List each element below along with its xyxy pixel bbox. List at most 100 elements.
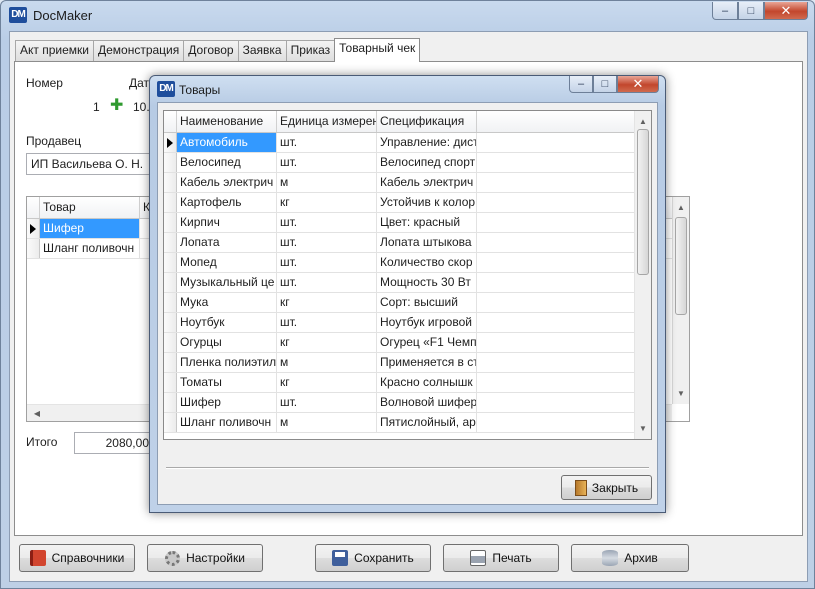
scroll-up-icon[interactable]: ▲ — [673, 199, 689, 216]
product-spec-cell[interactable]: Сорт: высший — [377, 293, 477, 312]
table-row[interactable]: Пленка полиэтил м Применяется в ст — [164, 353, 651, 373]
item-cell[interactable]: Шифер — [40, 219, 140, 238]
tab-act[interactable]: Акт приемки — [15, 40, 94, 61]
table-row[interactable]: Ноутбук шт. Ноутбук игровой — [164, 313, 651, 333]
tab-demo[interactable]: Демонстрация — [92, 40, 185, 61]
product-unit-cell[interactable]: кг — [277, 373, 377, 392]
dialog-minimize-button[interactable]: – — [569, 76, 593, 93]
column-header-spec[interactable]: Спецификация — [377, 111, 477, 132]
minimize-button[interactable]: – — [712, 2, 738, 20]
product-name-cell[interactable]: Шланг поливочн — [177, 413, 277, 432]
product-spec-cell[interactable]: Красно солнышк — [377, 373, 477, 392]
tab-contract[interactable]: Договор — [183, 40, 239, 61]
table-row[interactable]: Лопата шт. Лопата штыкова — [164, 233, 651, 253]
product-unit-cell[interactable]: шт. — [277, 133, 377, 152]
column-header-name[interactable]: Наименование — [177, 111, 277, 132]
date-field[interactable]: 10. — [133, 100, 150, 114]
product-name-cell[interactable]: Мопед — [177, 253, 277, 272]
product-spec-cell[interactable]: Устойчив к колор — [377, 193, 477, 212]
table-row[interactable]: Томаты кг Красно солнышк — [164, 373, 651, 393]
product-unit-cell[interactable]: шт. — [277, 153, 377, 172]
product-name-cell[interactable]: Огурцы — [177, 333, 277, 352]
save-button[interactable]: Сохранить — [315, 544, 431, 572]
product-name-cell[interactable]: Лопата — [177, 233, 277, 252]
product-name-cell[interactable]: Кабель электрич — [177, 173, 277, 192]
product-spec-cell[interactable]: Мощность 30 Вт — [377, 273, 477, 292]
product-unit-cell[interactable]: шт. — [277, 233, 377, 252]
product-spec-cell[interactable]: Кабель электрич — [377, 173, 477, 192]
settings-button[interactable]: Настройки — [147, 544, 263, 572]
product-name-cell[interactable]: Велосипед — [177, 153, 277, 172]
column-header-unit[interactable]: Единица измерен — [277, 111, 377, 132]
scroll-thumb[interactable] — [675, 217, 687, 315]
product-unit-cell[interactable]: шт. — [277, 313, 377, 332]
product-name-cell[interactable]: Картофель — [177, 193, 277, 212]
table-row[interactable]: Мопед шт. Количество скор — [164, 253, 651, 273]
product-unit-cell[interactable]: кг — [277, 333, 377, 352]
tab-request[interactable]: Заявка — [237, 40, 287, 61]
scroll-down-icon[interactable]: ▼ — [673, 385, 689, 402]
product-unit-cell[interactable]: шт. — [277, 213, 377, 232]
product-spec-cell[interactable]: Огурец «F1 Чемп — [377, 333, 477, 352]
products-vertical-scrollbar[interactable]: ▲ ▼ — [634, 111, 651, 439]
product-unit-cell[interactable]: шт. — [277, 253, 377, 272]
scroll-down-icon[interactable]: ▼ — [635, 420, 651, 437]
table-row[interactable]: Музыкальный це шт. Мощность 30 Вт — [164, 273, 651, 293]
product-unit-cell[interactable]: шт. — [277, 273, 377, 292]
product-name-cell[interactable]: Пленка полиэтил — [177, 353, 277, 372]
product-spec-cell[interactable]: Управление: дист — [377, 133, 477, 152]
product-spec-cell[interactable]: Волновой шифер — [377, 393, 477, 412]
product-unit-cell[interactable]: кг — [277, 193, 377, 212]
dialog-close-button[interactable]: ✕ — [617, 76, 659, 93]
table-row[interactable]: Велосипед шт. Велосипед спорт — [164, 153, 651, 173]
tab-order[interactable]: Приказ — [285, 40, 336, 61]
product-name-cell[interactable]: Томаты — [177, 373, 277, 392]
product-spec-cell[interactable]: Пятислойный, ар — [377, 413, 477, 432]
product-name-cell[interactable]: Автомобиль — [177, 133, 277, 152]
product-spec-cell[interactable]: Лопата штыкова — [377, 233, 477, 252]
print-button[interactable]: Печать — [443, 544, 559, 572]
archive-button[interactable]: Архив — [571, 544, 689, 572]
product-name-cell[interactable]: Шифер — [177, 393, 277, 412]
dialog-title-bar[interactable]: DM Товары – □ ✕ — [150, 76, 665, 102]
item-cell[interactable]: Шланг поливочн — [40, 239, 140, 258]
scroll-up-icon[interactable]: ▲ — [635, 113, 651, 130]
product-unit-cell[interactable]: шт. — [277, 393, 377, 412]
tab-receipt[interactable]: Товарный чек — [334, 38, 421, 62]
product-spec-cell[interactable]: Ноутбук игровой — [377, 313, 477, 332]
column-header-item[interactable]: Товар — [40, 197, 140, 218]
product-unit-cell[interactable]: м — [277, 353, 377, 372]
title-bar[interactable]: DM DocMaker – □ ✕ — [1, 1, 814, 31]
product-unit-cell[interactable]: кг — [277, 293, 377, 312]
plus-icon[interactable]: ✚ — [110, 95, 123, 115]
table-row[interactable]: Кабель электрич м Кабель электрич — [164, 173, 651, 193]
seller-field[interactable]: ИП Васильева О. Н. — [26, 153, 156, 175]
table-row[interactable]: Картофель кг Устойчив к колор — [164, 193, 651, 213]
product-spec-cell[interactable]: Цвет: красный — [377, 213, 477, 232]
product-unit-cell[interactable]: м — [277, 173, 377, 192]
table-row[interactable]: Мука кг Сорт: высший — [164, 293, 651, 313]
table-row[interactable]: Шланг поливочн м Пятислойный, ар — [164, 413, 651, 433]
product-spec-cell[interactable]: Применяется в ст — [377, 353, 477, 372]
product-unit-cell[interactable]: м — [277, 413, 377, 432]
items-vertical-scrollbar[interactable]: ▲ ▼ — [672, 197, 689, 404]
table-row[interactable]: Шифер шт. Волновой шифер — [164, 393, 651, 413]
products-grid[interactable]: Наименование Единица измерен Спецификаци… — [163, 110, 652, 440]
maximize-button[interactable]: □ — [738, 2, 764, 20]
product-spec-cell[interactable]: Велосипед спорт — [377, 153, 477, 172]
references-button[interactable]: Справочники — [19, 544, 135, 572]
table-row[interactable]: Огурцы кг Огурец «F1 Чемп — [164, 333, 651, 353]
table-row[interactable]: Автомобиль шт. Управление: дист — [164, 133, 651, 153]
product-name-cell[interactable]: Мука — [177, 293, 277, 312]
table-row[interactable]: Кирпич шт. Цвет: красный — [164, 213, 651, 233]
scroll-left-icon[interactable]: ◀ — [29, 405, 45, 421]
scroll-thumb[interactable] — [637, 129, 649, 275]
dialog-maximize-button[interactable]: □ — [593, 76, 617, 93]
total-field[interactable]: 2080,00 — [74, 432, 154, 454]
number-value[interactable]: 1 — [93, 100, 100, 114]
product-name-cell[interactable]: Кирпич — [177, 213, 277, 232]
product-name-cell[interactable]: Музыкальный це — [177, 273, 277, 292]
close-dialog-button[interactable]: Закрыть — [561, 475, 652, 500]
product-spec-cell[interactable]: Количество скор — [377, 253, 477, 272]
product-name-cell[interactable]: Ноутбук — [177, 313, 277, 332]
